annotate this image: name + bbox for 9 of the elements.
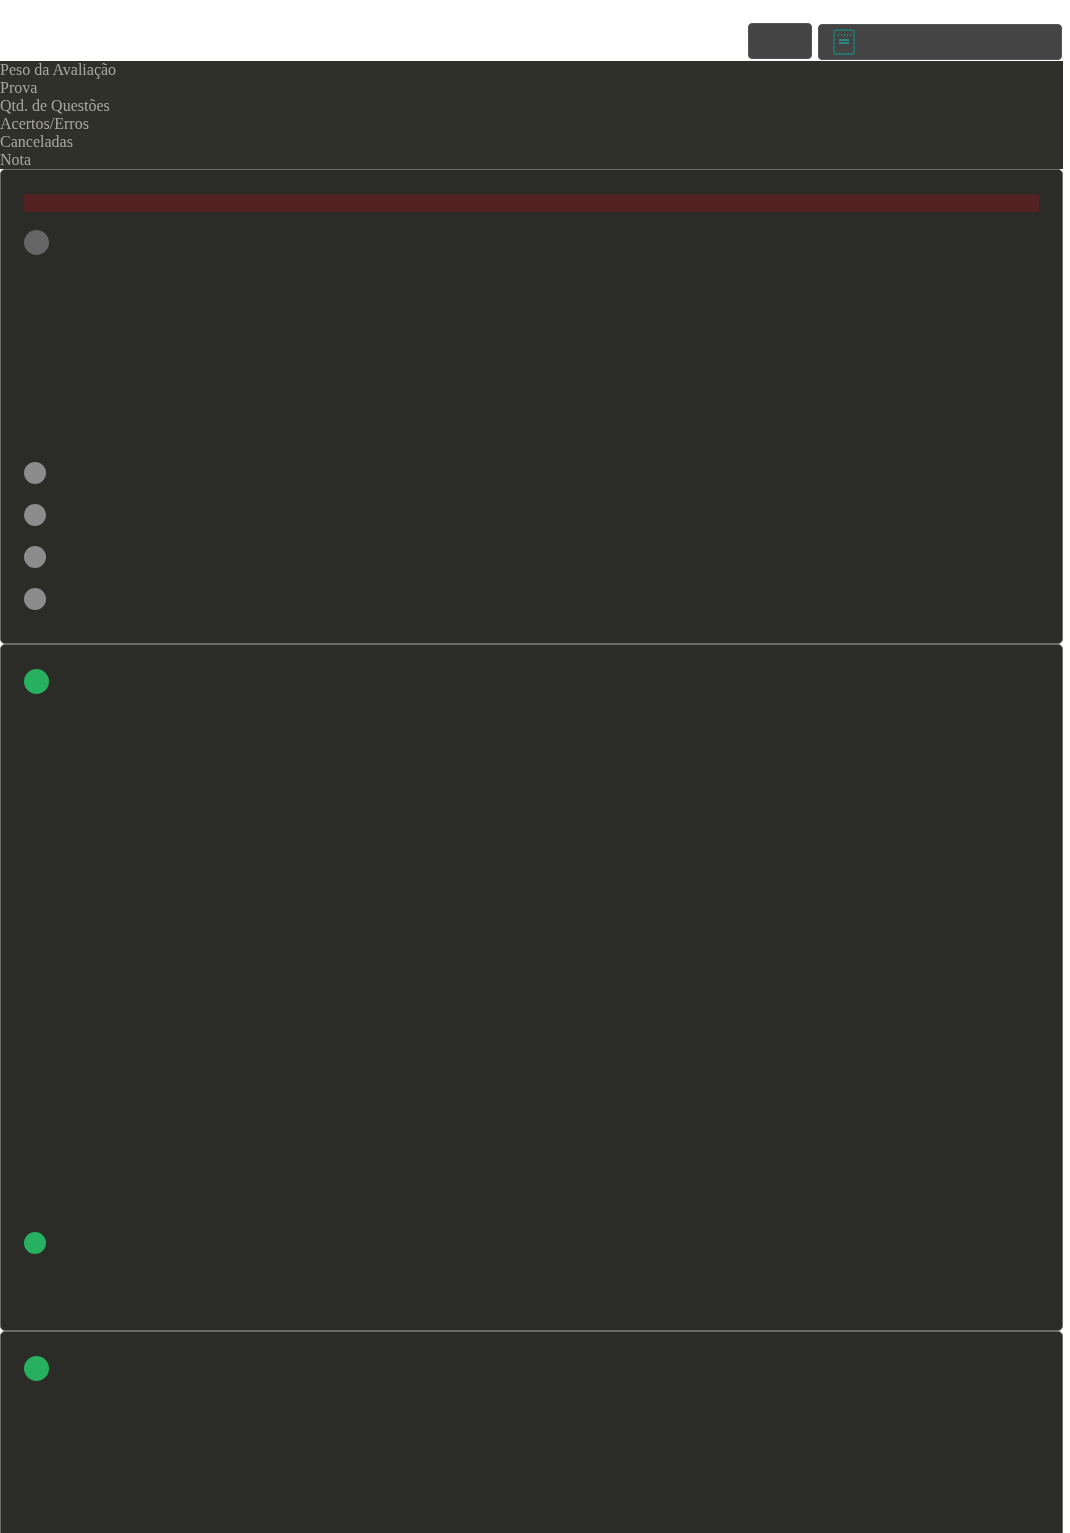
column-label: Prova [0,79,39,97]
column-label: Canceladas [0,133,74,151]
column-label: Qtd. de Questões [0,97,111,115]
document-button[interactable] [818,24,1062,60]
column-label: Nota [0,151,33,169]
toolbar-button[interactable] [748,23,812,59]
document-icon [833,29,855,55]
column-label: Acertos/Erros [0,115,90,133]
column-label: Peso da Avaliação [0,61,118,79]
